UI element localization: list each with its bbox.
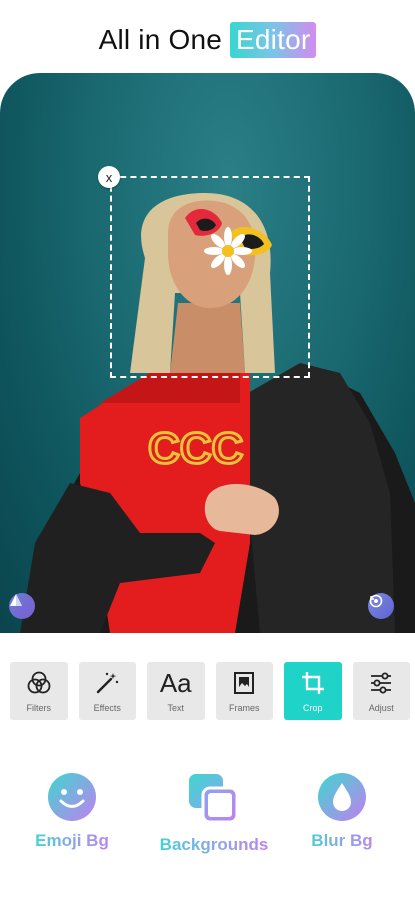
crop-selection-box[interactable] (110, 176, 310, 378)
feature-label: Blur Bg (302, 831, 382, 851)
tool-filters[interactable]: Filters (10, 662, 68, 720)
app-header: All in One Editor (0, 18, 415, 62)
rotate-button[interactable] (368, 593, 394, 619)
edit-toolbar: Filters Effects Aa Text Frames Crop Adju… (10, 662, 410, 722)
tool-frames[interactable]: Frames (215, 662, 273, 720)
tool-effects[interactable]: Effects (78, 662, 136, 720)
tool-label: Adjust (368, 703, 394, 713)
tool-label: Frames (228, 703, 260, 713)
drop-icon (318, 773, 366, 821)
rotate-icon (369, 594, 383, 608)
feature-emoji-bg[interactable]: Emoji Bg (30, 772, 114, 851)
filters-icon (25, 669, 53, 697)
crop-icon (299, 669, 327, 697)
svg-text:CCC: CCC (148, 424, 243, 473)
triangle-icon (10, 594, 22, 606)
title-highlight: Editor (230, 22, 317, 58)
text-icon-glyph: Aa (159, 668, 192, 698)
text-icon: Aa (159, 668, 192, 698)
title-plain: All in One (98, 24, 223, 55)
feature-row: Emoji Bg Backgrounds Blur Bg (0, 772, 415, 855)
feature-blur-bg[interactable]: Blur Bg (302, 772, 382, 851)
layers-icon (189, 774, 239, 824)
frame-icon (230, 669, 258, 697)
tool-label: Filters (26, 703, 52, 713)
photo-canvas[interactable]: CCC x (0, 73, 415, 633)
compare-button[interactable] (9, 593, 35, 619)
feature-label: Backgrounds (155, 835, 273, 855)
tool-crop[interactable]: Crop (284, 662, 342, 720)
tool-text[interactable]: Aa Text (147, 662, 205, 720)
magic-wand-icon (93, 669, 121, 697)
feature-label: Emoji Bg (30, 831, 114, 851)
tool-label: Text (167, 703, 184, 713)
feature-backgrounds[interactable]: Backgrounds (155, 772, 273, 855)
tool-label: Crop (302, 703, 323, 713)
crop-close-button[interactable]: x (98, 166, 120, 188)
tool-adjust[interactable]: Adjust (352, 662, 410, 720)
smiley-icon (48, 773, 96, 821)
tool-label: Effects (93, 703, 121, 713)
sliders-icon (367, 669, 395, 697)
app-title: All in One Editor (99, 22, 317, 58)
